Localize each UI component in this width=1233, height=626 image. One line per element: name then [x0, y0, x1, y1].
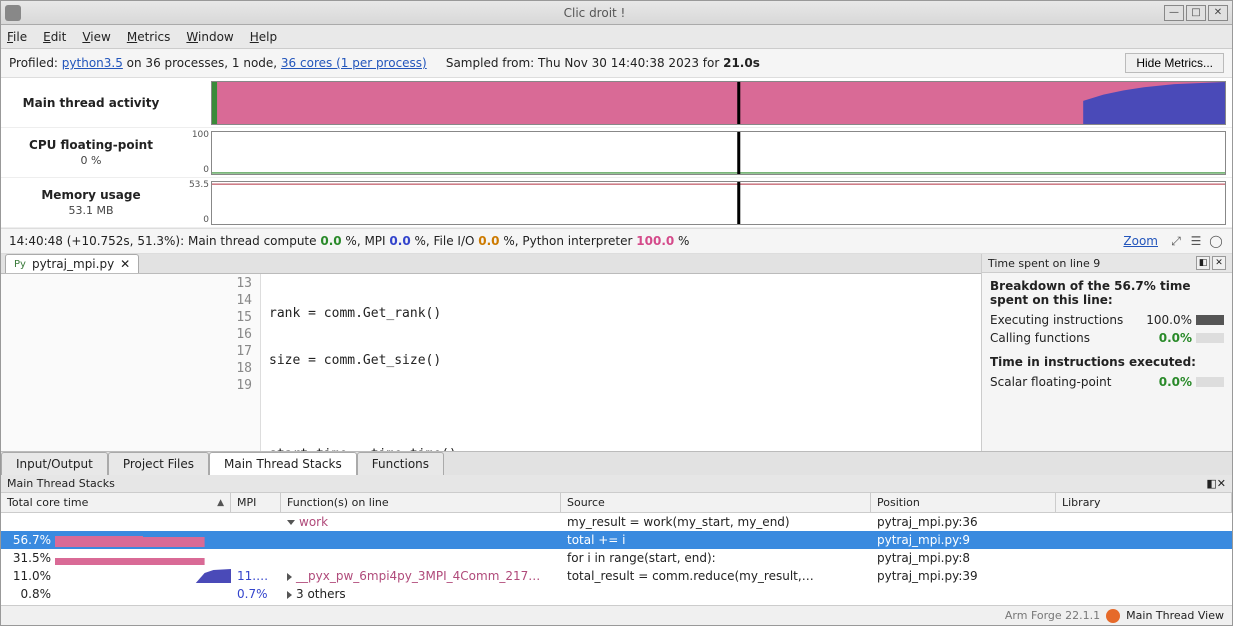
col-library[interactable]: Library: [1056, 493, 1232, 512]
file-tab-label: pytraj_mpi.py: [32, 257, 114, 271]
stack-row[interactable]: work my_result = work(my_start, my_end) …: [1, 513, 1232, 531]
profiled-exe-link[interactable]: python3.5: [62, 56, 123, 70]
window-titlebar: Clic droit ! — □ ✕: [1, 1, 1232, 25]
profiled-label: Profiled:: [9, 56, 62, 70]
menu-view[interactable]: View: [82, 30, 110, 44]
arm-forge-icon: [1106, 609, 1120, 623]
main-thread-activity-chart[interactable]: [211, 81, 1226, 125]
stack-row-selected[interactable]: 56.7% total += i pytraj_mpi.py:9: [1, 531, 1232, 549]
menu-file[interactable]: File: [7, 30, 27, 44]
code-lines: rank = comm.Get_rank() size = comm.Get_s…: [261, 274, 981, 451]
col-position[interactable]: Position: [871, 493, 1056, 512]
metric-main-thread-activity: Main thread activity: [1, 78, 1232, 128]
maximize-button[interactable]: □: [1186, 5, 1206, 21]
close-button[interactable]: ✕: [1208, 5, 1228, 21]
menubar: File Edit View Metrics Window Help: [1, 25, 1232, 49]
main-thread-stacks-panel: Main Thread Stacks ◧ ✕ Total core time▲ …: [1, 475, 1232, 605]
stacks-column-headers: Total core time▲ MPI Function(s) on line…: [1, 493, 1232, 513]
file-tab-active[interactable]: Py pytraj_mpi.py ✕: [5, 254, 139, 273]
tab-input-output[interactable]: Input/Output: [1, 452, 108, 475]
expand-right-icon[interactable]: [287, 591, 292, 599]
cores-link[interactable]: 36 cores (1 per process): [281, 56, 427, 70]
breakdown-scalar-row: Scalar floating-point 0.0%: [990, 373, 1224, 391]
cpu-fp-chart[interactable]: [211, 131, 1226, 175]
col-functions[interactable]: Function(s) on line: [281, 493, 561, 512]
close-stacks-icon[interactable]: ✕: [1217, 477, 1226, 490]
line-breakdown-panel: Time spent on line 9 ◧ ✕ Breakdown of th…: [982, 254, 1232, 451]
instr-head: Time in instructions executed:: [990, 355, 1224, 369]
col-source[interactable]: Source: [561, 493, 871, 512]
version-label: Arm Forge 22.1.1: [1005, 609, 1100, 622]
col-total-core-time[interactable]: Total core time▲: [1, 493, 231, 512]
sort-asc-icon[interactable]: ▲: [217, 498, 224, 508]
zoom-link[interactable]: Zoom: [1123, 234, 1158, 248]
sample-duration: 21.0s: [723, 56, 760, 70]
stacks-rows: work my_result = work(my_start, my_end) …: [1, 513, 1232, 603]
timeline-status-bar: 14:40:48 (+10.752s, 51.3%): Main thread …: [1, 228, 1232, 254]
metric-memory: Memory usage53.1 MB 53.50: [1, 178, 1232, 228]
code-editor[interactable]: 13141516171819 rank = comm.Get_rank() si…: [1, 274, 981, 451]
breakdown-exec-row: Executing instructions 100.0%: [990, 311, 1224, 329]
menu-window[interactable]: Window: [186, 30, 233, 44]
memory-chart[interactable]: [211, 181, 1226, 225]
expand-down-icon[interactable]: [287, 520, 295, 525]
stack-row[interactable]: 0.8% 0.7% 3 others: [1, 585, 1232, 603]
expand-right-icon[interactable]: [287, 573, 292, 581]
refresh-icon[interactable]: ◯: [1208, 233, 1224, 249]
code-gutter: 13141516171819: [1, 274, 261, 451]
file-tabs: Py pytraj_mpi.py ✕: [1, 254, 981, 274]
hide-metrics-button[interactable]: Hide Metrics...: [1125, 53, 1224, 73]
stacks-header: Main Thread Stacks ◧ ✕: [1, 475, 1232, 493]
sampled-time: Thu Nov 30 14:40:38 2023: [538, 56, 699, 70]
zoom-reset-icon[interactable]: ⤢: [1168, 233, 1184, 249]
stack-row[interactable]: 31.5% for i in range(start, end): pytraj…: [1, 549, 1232, 567]
status-bar: Arm Forge 22.1.1 Main Thread View: [1, 605, 1232, 625]
stack-row[interactable]: 11.0% 11.0% __pyx_pw_6mpi4py_3MPI_4Comm_…: [1, 567, 1232, 585]
list-view-icon[interactable]: ☰: [1188, 233, 1204, 249]
close-panel-icon[interactable]: ✕: [1212, 256, 1226, 270]
profile-summary-bar: Profiled: python3.5 on 36 processes, 1 n…: [1, 49, 1232, 78]
close-tab-icon[interactable]: ✕: [120, 257, 130, 271]
tab-functions[interactable]: Functions: [357, 452, 444, 475]
breakdown-call-row: Calling functions 0.0%: [990, 329, 1224, 347]
breakdown-title: Breakdown of the 56.7% time spent on thi…: [990, 279, 1224, 307]
app-icon: [5, 5, 21, 21]
col-mpi[interactable]: MPI: [231, 493, 281, 512]
python-file-icon: Py: [14, 259, 26, 270]
view-mode-label: Main Thread View: [1126, 609, 1224, 622]
minimize-button[interactable]: —: [1164, 5, 1184, 21]
menu-metrics[interactable]: Metrics: [127, 30, 171, 44]
tab-main-thread-stacks[interactable]: Main Thread Stacks: [209, 452, 357, 475]
undock-stacks-icon[interactable]: ◧: [1206, 477, 1216, 490]
code-panel: Py pytraj_mpi.py ✕ 13141516171819 rank =…: [1, 254, 982, 451]
bottom-tabs: Input/Output Project Files Main Thread S…: [1, 451, 1232, 475]
menu-help[interactable]: Help: [250, 30, 277, 44]
metric-cpu-fp: CPU floating-point0 % 1000: [1, 128, 1232, 178]
window-title: Clic droit !: [27, 6, 1162, 20]
metrics-panel: Main thread activity CPU floating-point0…: [1, 78, 1232, 228]
breakdown-header: Time spent on line 9 ◧ ✕: [982, 254, 1232, 273]
menu-edit[interactable]: Edit: [43, 30, 66, 44]
middle-area: Py pytraj_mpi.py ✕ 13141516171819 rank =…: [1, 254, 1232, 451]
tab-project-files[interactable]: Project Files: [108, 452, 209, 475]
undock-icon[interactable]: ◧: [1196, 256, 1210, 270]
